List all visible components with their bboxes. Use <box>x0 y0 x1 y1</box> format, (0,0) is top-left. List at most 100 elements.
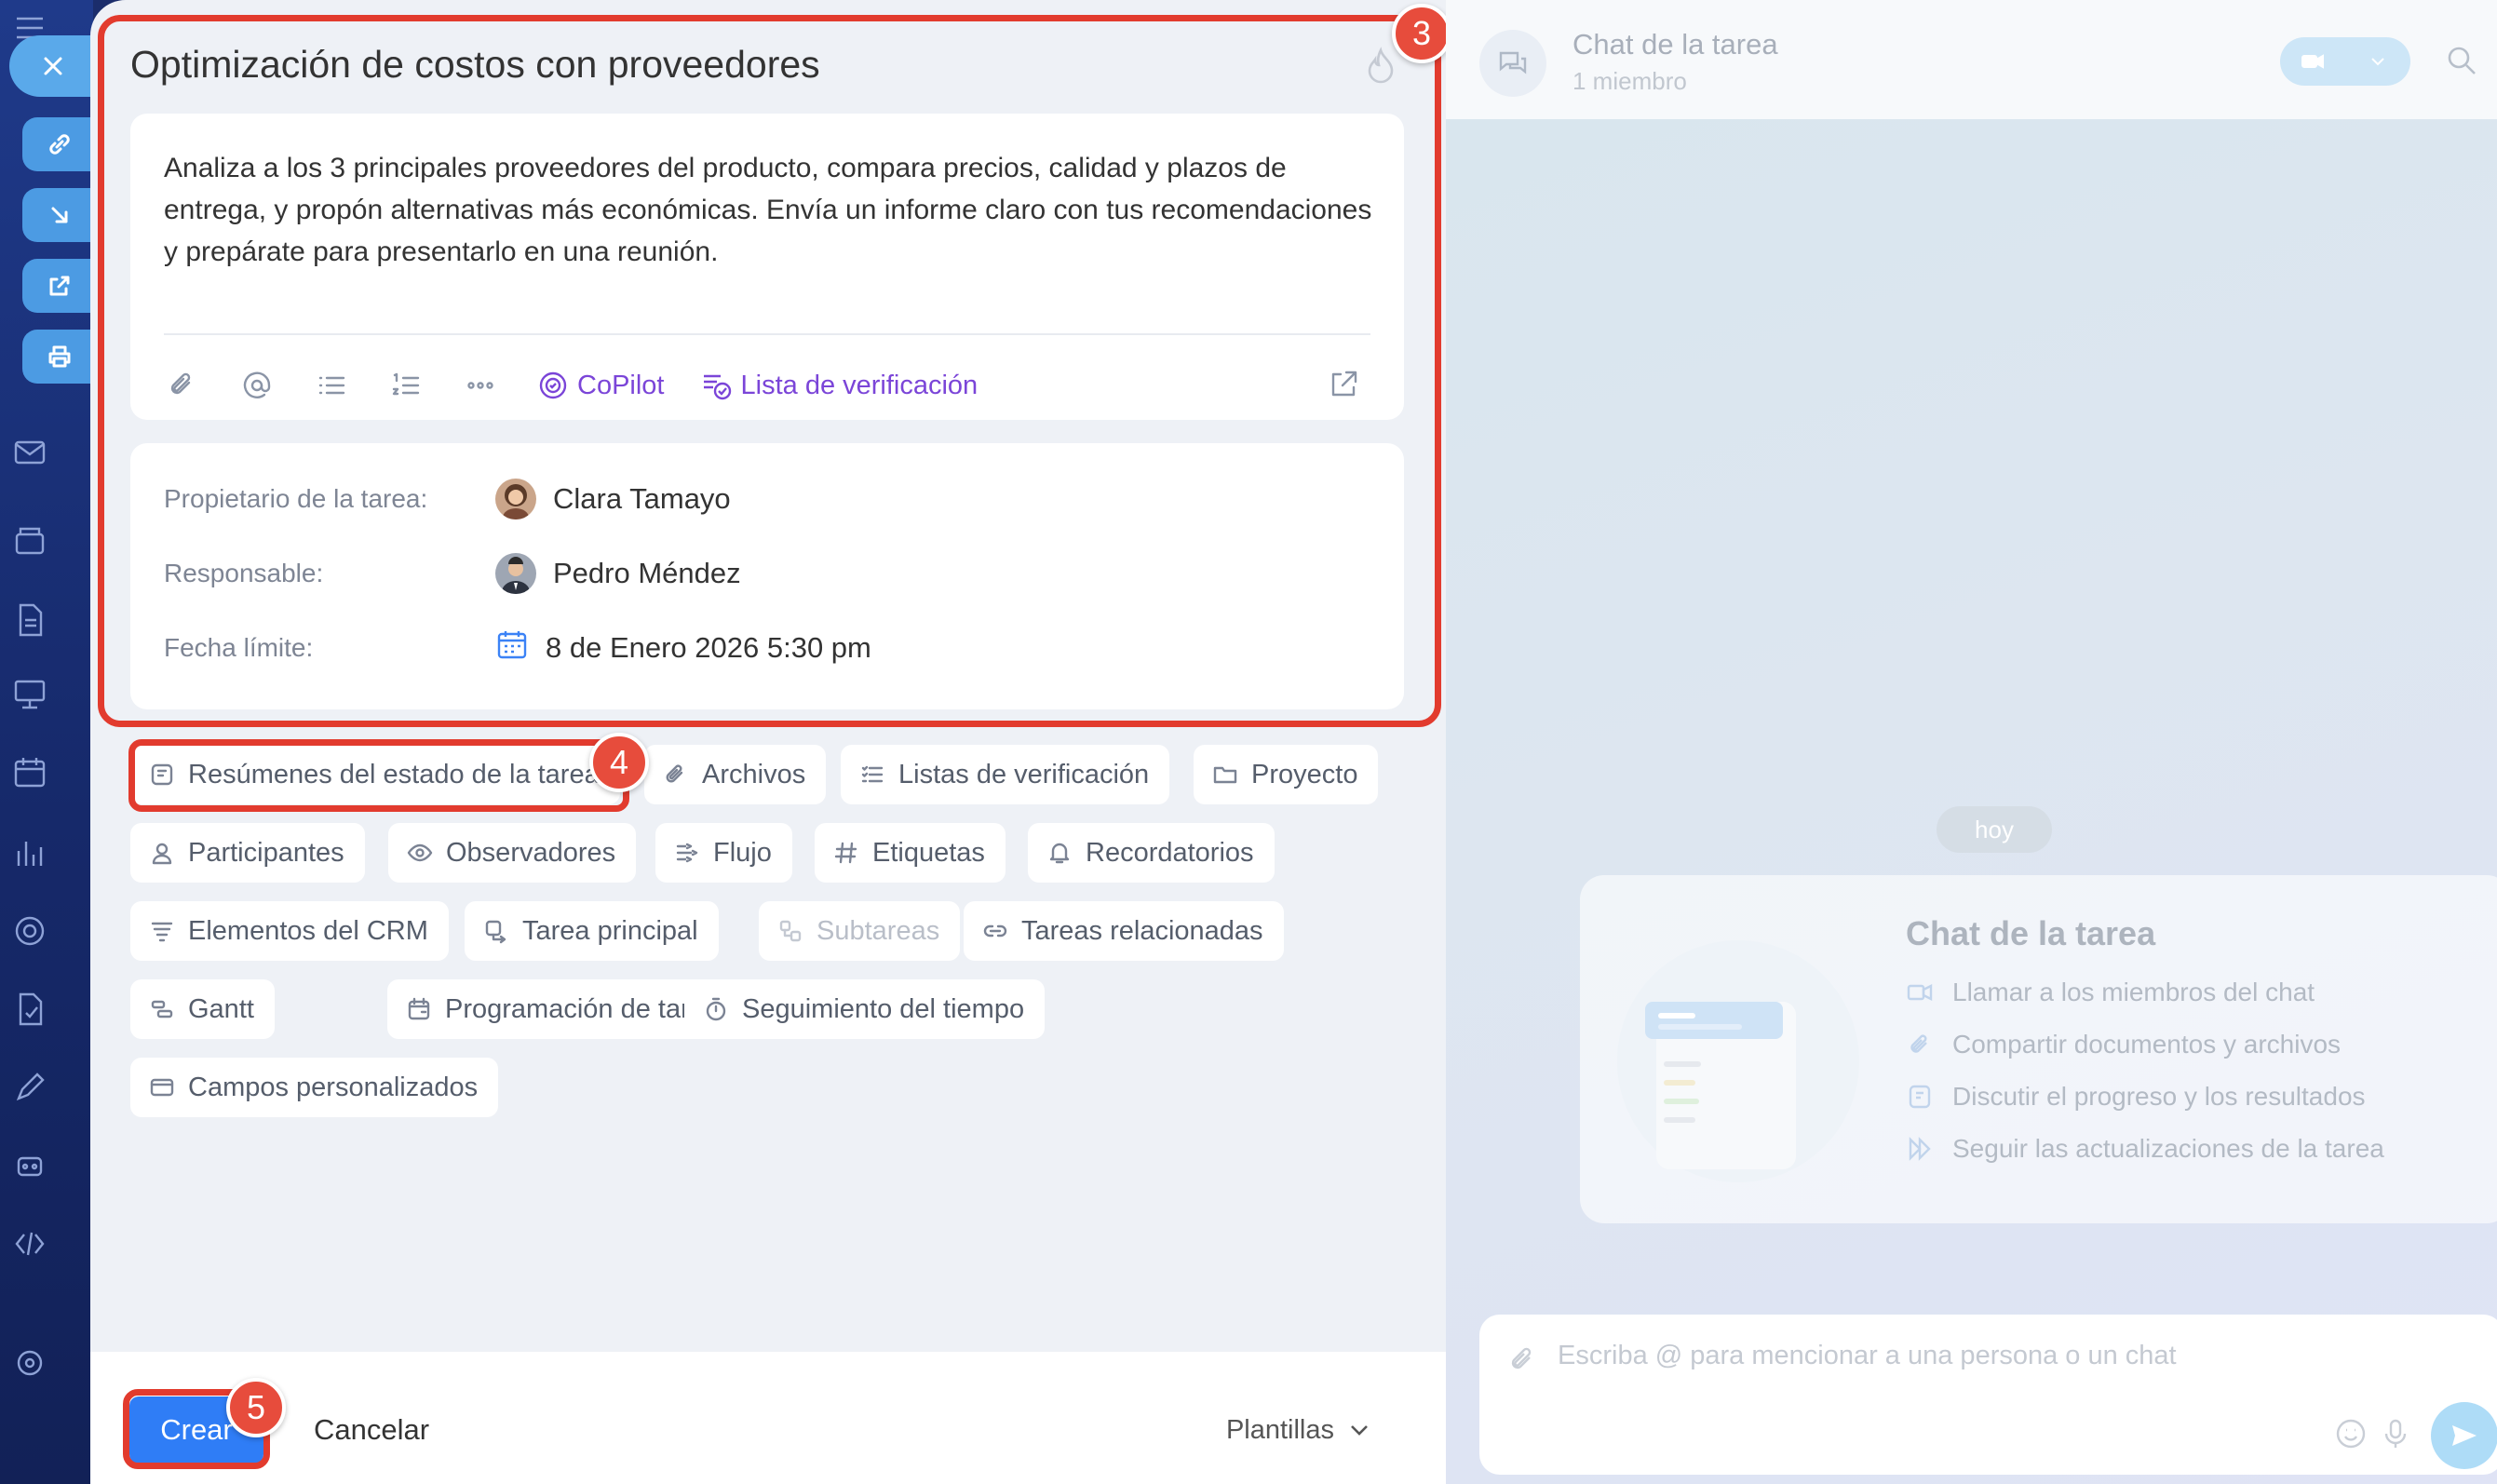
chat-bubbles-icon <box>1499 51 1527 74</box>
form-footer: Crear Cancelar Plantillas <box>90 1352 1446 1484</box>
annotation-badge-4: 4 <box>589 733 649 792</box>
custom-fields-icon <box>150 1078 174 1097</box>
gantt-icon <box>151 1000 173 1019</box>
chat-info-label: Llamar a los miembros del chat <box>1952 978 2315 1006</box>
nav-item-sign[interactable] <box>11 1059 95 1115</box>
chip-time-tracking[interactable]: Seguimiento del tiempo <box>684 979 1046 1039</box>
nav-item-automation[interactable] <box>11 1138 95 1194</box>
chip-label: Recordatorios <box>1086 837 1254 868</box>
chat-info-label: Discutir el progreso y los resultados <box>1952 1082 2366 1111</box>
flow-icon <box>676 843 698 863</box>
chip-checklists[interactable]: Listas de verificación <box>841 745 1170 804</box>
chat-info-title: Chat de la tarea <box>1906 914 2156 952</box>
chip-label: Campos personalizados <box>188 1072 479 1102</box>
chat-title: Chat de la tarea <box>1572 28 1778 61</box>
forward-icon <box>1909 1137 1931 1161</box>
chat-info-item: Seguir las actualizaciones de la tarea <box>1906 1134 2384 1164</box>
chip-label: Tarea principal <box>522 915 698 946</box>
minimize-button[interactable] <box>22 188 97 242</box>
chip-label: Seguimiento del tiempo <box>742 993 1025 1024</box>
search-icon[interactable] <box>2446 45 2481 80</box>
paperclip-icon[interactable] <box>1507 1344 1539 1376</box>
close-button[interactable] <box>9 35 97 97</box>
chip-gantt[interactable]: Gantt <box>130 979 275 1039</box>
chip-custom-fields[interactable]: Campos personalizados <box>130 1058 499 1117</box>
printer-icon <box>48 345 71 368</box>
print-button[interactable] <box>22 330 97 384</box>
chat-members-count[interactable]: 1 miembro <box>1572 67 1687 96</box>
crm-icon <box>151 922 173 942</box>
chip-subtasks: Subtareas <box>759 901 961 961</box>
chip-label: Archivos <box>702 759 806 789</box>
nav-item-mail[interactable] <box>11 425 95 480</box>
nav-item-analytics[interactable] <box>11 825 95 881</box>
paperclip-icon <box>1910 1034 1927 1053</box>
chip-tags[interactable]: Etiquetas <box>815 823 1006 883</box>
external-link-icon <box>49 276 70 296</box>
nav-item-calendar[interactable] <box>11 745 95 801</box>
chip-files[interactable]: Archivos <box>644 745 827 804</box>
paperclip-icon <box>666 764 683 783</box>
chip-parent-task[interactable]: Tarea principal <box>465 901 719 961</box>
chip-participants[interactable]: Participantes <box>130 823 365 883</box>
person-icon <box>152 843 172 865</box>
chat-info-label: Compartir documentos y archivos <box>1952 1030 2342 1059</box>
chip-label: Listas de verificación <box>898 759 1150 789</box>
annotation-outline-4 <box>128 739 629 812</box>
nav-item-developer[interactable] <box>11 1216 95 1272</box>
chat-header: Chat de la tarea 1 miembro <box>1446 0 2497 119</box>
copy-link-button[interactable] <box>22 117 97 171</box>
link-icon <box>983 924 1007 938</box>
comment-icon <box>1909 1085 1931 1109</box>
nav-item-forms[interactable] <box>11 981 95 1037</box>
calendar-schedule-icon <box>408 997 430 1020</box>
task-chat-panel: Chat de la tarea 1 miembro hoy Chat de l… <box>1446 0 2497 1484</box>
chip-label: Etiquetas <box>872 837 985 868</box>
arrow-down-right-icon <box>51 207 68 223</box>
send-button[interactable] <box>2431 1402 2497 1469</box>
chip-label: Elementos del CRM <box>188 915 428 946</box>
chip-label: Participantes <box>188 837 344 868</box>
nav-item-docs[interactable] <box>11 592 95 648</box>
chip-crm-elements[interactable]: Elementos del CRM <box>130 901 449 961</box>
bell-icon <box>1049 843 1070 864</box>
nav-item-groups[interactable] <box>11 512 95 568</box>
chat-illustration-icon <box>1617 940 1859 1182</box>
chip-related-tasks[interactable]: Tareas relacionadas <box>964 901 1284 961</box>
chip-label: Gantt <box>188 993 254 1024</box>
chat-info-label: Seguir las actualizaciones de la tarea <box>1952 1134 2384 1163</box>
chip-label: Flujo <box>713 837 772 868</box>
parent-task-icon <box>485 920 506 944</box>
chat-avatar <box>1479 30 1546 97</box>
chip-label: Tareas relacionadas <box>1021 915 1263 946</box>
chat-composer[interactable]: Escriba @ para mencionar a una persona o… <box>1479 1315 2497 1475</box>
video-icon <box>2301 54 2324 69</box>
chip-observers[interactable]: Observadores <box>388 823 637 883</box>
send-icon <box>2452 1425 2477 1446</box>
chip-project[interactable]: Proyecto <box>1194 745 1379 804</box>
chevron-down-icon <box>1351 1425 1368 1436</box>
chat-message-input[interactable]: Escriba @ para mencionar a una persona o… <box>1558 1341 2177 1371</box>
cancel-button[interactable]: Cancelar <box>314 1396 429 1464</box>
chip-label: Proyecto <box>1251 759 1358 789</box>
chip-flow[interactable]: Flujo <box>655 823 792 883</box>
open-new-window-button[interactable] <box>22 259 97 313</box>
nav-item-training[interactable] <box>11 667 95 722</box>
annotation-outline-3 <box>98 15 1441 727</box>
nav-item-crm[interactable] <box>11 903 95 959</box>
chat-info-item: Discutir el progreso y los resultados <box>1906 1082 2366 1112</box>
chip-label: Subtareas <box>817 915 940 946</box>
video-call-button[interactable] <box>2280 37 2410 86</box>
annotation-badge-5: 5 <box>226 1378 286 1437</box>
nav-item-settings[interactable] <box>11 1335 95 1391</box>
templates-dropdown[interactable]: Plantillas <box>1226 1396 1371 1464</box>
annotation-badge-3: 3 <box>1392 4 1446 63</box>
chip-reminders[interactable]: Recordatorios <box>1028 823 1275 883</box>
microphone-icon[interactable] <box>2379 1417 2416 1454</box>
templates-label: Plantillas <box>1225 1414 1334 1445</box>
emoji-icon[interactable] <box>2334 1417 2371 1454</box>
chat-info-item: Compartir documentos y archivos <box>1906 1030 2341 1059</box>
chevron-down-icon <box>2371 58 2384 66</box>
checklist-icon <box>861 765 884 783</box>
hashtag-icon <box>834 842 857 864</box>
